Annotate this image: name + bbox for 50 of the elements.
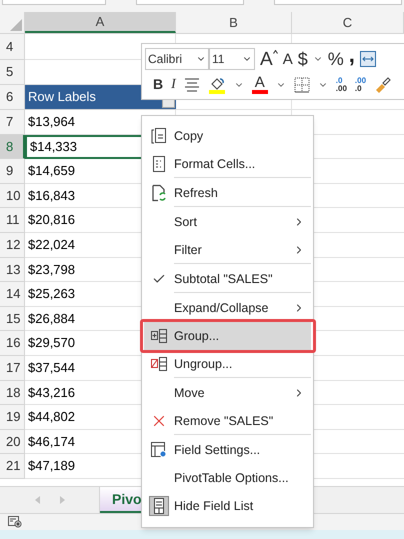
shrink-font-button[interactable]: A	[282, 52, 293, 66]
row-number[interactable]: 11	[0, 208, 25, 233]
row-number[interactable]: 19	[0, 405, 25, 430]
borders-icon[interactable]	[294, 76, 310, 92]
copy-icon	[150, 127, 168, 145]
column-header[interactable]: B	[176, 12, 292, 33]
macro-record-icon[interactable]	[8, 516, 22, 528]
decimal-button[interactable]: .00 .0	[354, 76, 366, 92]
sheet-tab[interactable]: Pivo	[100, 487, 141, 513]
font-color-button[interactable]: A	[252, 75, 268, 94]
ungroup-icon	[150, 355, 168, 373]
row-number[interactable]: 12	[0, 232, 25, 258]
format-button[interactable]: %	[328, 50, 344, 68]
row-number[interactable]: 5	[0, 60, 25, 85]
decimal-button[interactable]: .0 .00	[336, 76, 347, 92]
comma-style-button[interactable]: ,	[348, 44, 355, 66]
font-name-field[interactable]: Calibri	[145, 48, 209, 70]
row-number[interactable]: 7	[0, 110, 25, 135]
column-header[interactable]: A	[25, 12, 176, 33]
fill-color-icon[interactable]	[208, 76, 226, 94]
row-number[interactable]: 16	[0, 331, 25, 356]
row-number[interactable]: 17	[0, 356, 25, 381]
row-number[interactable]: 21	[0, 454, 25, 479]
field-settings-icon	[150, 441, 168, 459]
formula-field[interactable]	[274, 0, 402, 5]
corner-triangle-icon	[10, 19, 22, 31]
column-header[interactable]: C	[292, 12, 404, 33]
row-number[interactable]: 8	[0, 134, 25, 160]
format-button[interactable]: $	[298, 50, 308, 68]
format-cells-icon	[150, 155, 168, 173]
caret-up-icon	[272, 50, 278, 54]
row-number[interactable]: 4	[0, 34, 25, 60]
row-number[interactable]: 6	[0, 85, 25, 110]
row-number[interactable]: 20	[0, 430, 25, 454]
row-number[interactable]: 14	[0, 282, 25, 307]
grow-font-button[interactable]: A	[260, 50, 278, 68]
format-painter-icon[interactable]	[374, 76, 392, 94]
menu-item[interactable]: Group...	[144, 322, 311, 350]
field-list-icon	[149, 496, 169, 516]
group-icon	[150, 327, 168, 345]
refresh-icon	[150, 184, 168, 202]
align-center-icon[interactable]	[184, 78, 200, 92]
menu-item[interactable]: Hide Field List	[144, 492, 311, 520]
font-size-field[interactable]: 11	[209, 48, 255, 70]
row-number[interactable]: 10	[0, 184, 25, 208]
row-number[interactable]: 15	[0, 306, 25, 332]
row-number[interactable]: 9	[0, 159, 25, 184]
wrap-text-icon[interactable]	[360, 51, 376, 67]
row-number[interactable]: 13	[0, 258, 25, 282]
row-number[interactable]: 18	[0, 380, 25, 406]
